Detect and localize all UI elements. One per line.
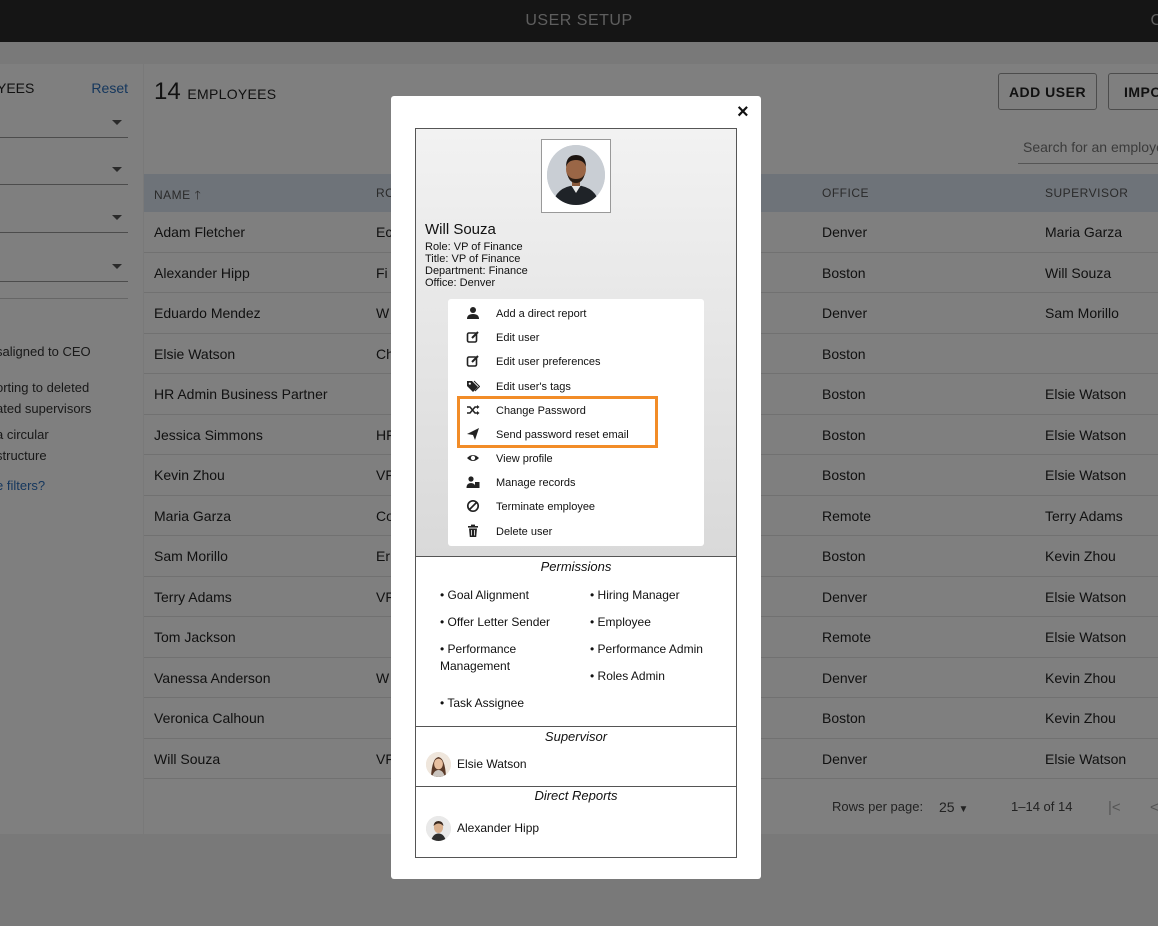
avatar <box>426 752 451 777</box>
menu-item-delete-user[interactable]: Delete user <box>448 519 704 543</box>
permission-item: • Goal Alignment <box>440 588 529 602</box>
eye-icon <box>467 455 479 461</box>
menu-item-label: View profile <box>496 453 553 465</box>
avatar <box>426 816 451 841</box>
direct-reports-title: Direct Reports <box>534 788 618 803</box>
supervisor-name: Elsie Watson <box>457 757 527 771</box>
profile-info: Role: VP of Finance Title: VP of Finance… <box>425 241 528 289</box>
permission-item: • Employee <box>590 615 651 629</box>
permissions-title: Permissions <box>540 559 612 574</box>
profile-role: Role: VP of Finance <box>425 241 523 253</box>
menu-item-label: Terminate employee <box>496 501 596 513</box>
profile-section: Will Souza Role: VP of Finance Title: VP… <box>416 129 736 557</box>
edit-icon <box>466 331 479 343</box>
profile-photo-frame <box>541 139 611 213</box>
menu-item-label: Edit user's tags <box>496 381 571 393</box>
direct-report-name: Alexander Hipp <box>457 821 540 835</box>
menu-item-edit-user-preferences[interactable]: Edit user preferences <box>448 349 704 373</box>
menu-item-edit-user-tags[interactable]: Edit user's tags <box>448 374 704 398</box>
permission-item: • Performance Admin <box>590 642 703 656</box>
profile-photo <box>547 145 605 205</box>
menu-item-edit-user[interactable]: Edit user <box>448 325 704 349</box>
permission-item: • Hiring Manager <box>590 588 680 602</box>
menu-item-label: Add a direct report <box>496 308 587 320</box>
supervisor-title: Supervisor <box>544 729 608 744</box>
permission-item: • Offer Letter Sender <box>440 615 551 629</box>
permission-item: • Task Assignee <box>440 696 525 710</box>
menu-item-label: Edit user <box>496 332 540 344</box>
permission-item: • Performance Management <box>440 642 517 673</box>
section-divider <box>416 786 736 787</box>
menu-item-terminate-employee[interactable]: Terminate employee <box>448 494 704 518</box>
trash-icon <box>468 524 478 537</box>
menu-item-label: Edit user preferences <box>496 356 601 368</box>
person-icon <box>467 307 479 319</box>
profile-office: Office: Denver <box>425 277 496 289</box>
user-records-icon <box>466 476 480 488</box>
tags-icon <box>467 380 480 392</box>
profile-title: Title: VP of Finance <box>425 253 521 265</box>
close-icon[interactable]: × <box>737 101 749 124</box>
user-actions-modal: × Will Souza Role: VP of Finance Title: … <box>391 96 761 879</box>
ban-icon <box>466 499 480 513</box>
profile-department: Department: Finance <box>425 265 528 277</box>
user-card: Will Souza Role: VP of Finance Title: VP… <box>415 128 737 858</box>
edit-icon <box>466 355 479 367</box>
menu-item-add-direct-report[interactable]: Add a direct report <box>448 301 704 325</box>
profile-name: Will Souza <box>425 221 496 238</box>
permission-item: • Roles Admin <box>590 669 665 683</box>
menu-item-label: Manage records <box>496 477 576 489</box>
menu-item-label: Delete user <box>496 526 553 538</box>
section-divider <box>416 726 736 727</box>
menu-item-manage-records[interactable]: Manage records <box>448 470 704 494</box>
password-actions-highlight <box>457 396 658 448</box>
menu-item-view-profile[interactable]: View profile <box>448 446 704 470</box>
